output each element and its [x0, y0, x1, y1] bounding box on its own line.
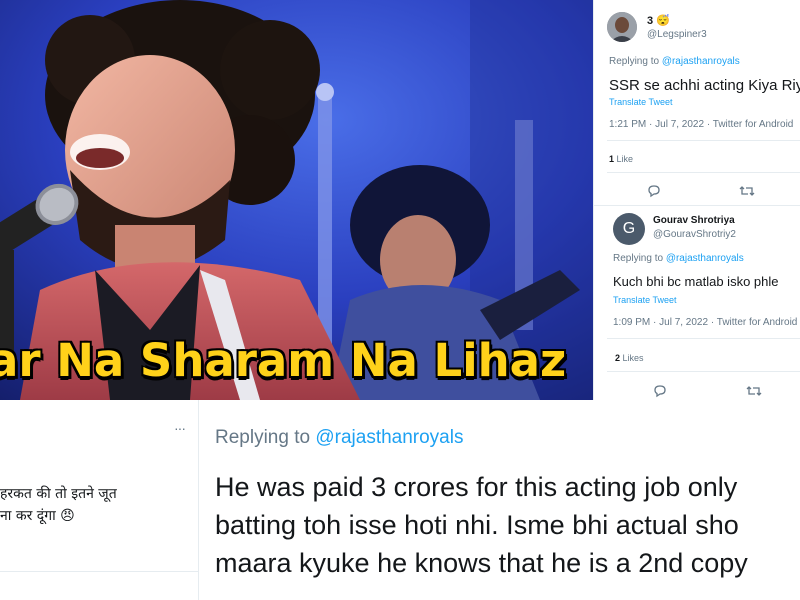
caption-text: ar Na Sharam Na Lihaz [0, 334, 567, 387]
retweet-icon[interactable] [739, 184, 755, 200]
divider [593, 205, 800, 206]
panel-border [593, 0, 594, 400]
replying-to-link[interactable]: @rajasthanroyals [666, 253, 744, 264]
replying-to: Replying to @rajasthanroyals [215, 427, 464, 448]
avatar[interactable]: G [613, 213, 645, 245]
tweet-text-line-1: हरकत की तो इतने जूत [0, 486, 117, 502]
tweet-text-line: maara kyuke he knows that he is a 2nd co… [215, 548, 748, 578]
translate-tweet-link[interactable]: Translate Tweet [609, 97, 673, 107]
retweet-icon[interactable] [746, 384, 762, 400]
tweet-meta: 1:09 PM · Jul 7, 2022 · Twitter for Andr… [613, 317, 798, 328]
likes-count[interactable]: 2 Likes [615, 353, 644, 363]
display-name[interactable]: Gourav Shrotriya [653, 215, 735, 226]
reply-icon[interactable] [647, 184, 661, 200]
tweet-card-legspiner3[interactable]: 3 😴 @Legspiner3 Replying to @rajasthanro… [593, 0, 800, 205]
likes-count[interactable]: 1 Like [609, 154, 633, 164]
user-handle[interactable]: @Legspiner3 [647, 29, 707, 40]
divider [0, 571, 198, 572]
replying-to-link[interactable]: @rajasthanroyals [662, 56, 740, 67]
tweet-text-line-2: ना कर दूंगा 😠 [0, 508, 75, 524]
tweet-card-hindi[interactable]: ··· हरकत की तो इतने जूत ना कर दूंगा 😠 [0, 400, 199, 600]
tweet-text-line: batting toh isse hoti nhi. Isme bhi actu… [215, 510, 739, 540]
replying-to-link[interactable]: @rajasthanroyals [315, 427, 463, 448]
tweet-text: Kuch bhi bc matlab isko phle [613, 274, 779, 289]
divider [607, 172, 800, 173]
tweet-text: He was paid 3 crores for this acting job… [215, 468, 748, 582]
divider [607, 371, 800, 372]
replying-to: Replying to @rajasthanroyals [613, 253, 744, 264]
tweet-meta: 1:21 PM · Jul 7, 2022 · Twitter for Andr… [609, 119, 794, 130]
more-options-button[interactable]: ··· [174, 420, 186, 436]
divider [607, 338, 800, 339]
divider [607, 140, 800, 141]
translate-tweet-link[interactable]: Translate Tweet [613, 295, 677, 305]
tweet-text: SSR se achhi acting Kiya Riya [609, 77, 800, 94]
avatar[interactable] [607, 12, 637, 42]
reply-icon[interactable] [653, 384, 667, 400]
tweet-card-large-reply[interactable]: Replying to @rajasthanroyals He was paid… [199, 400, 800, 600]
replying-to: Replying to @rajasthanroyals [609, 56, 740, 67]
user-handle[interactable]: @GouravShrotriy2 [653, 229, 736, 240]
meme-caption: ar Na Sharam Na Lihaz [0, 334, 593, 394]
tweet-card-gourav[interactable]: G Gourav Shrotriya @GouravShrotriy2 Repl… [593, 205, 800, 400]
tweet-text-line: He was paid 3 crores for this acting job… [215, 472, 738, 502]
display-name[interactable]: 3 😴 [647, 14, 670, 27]
